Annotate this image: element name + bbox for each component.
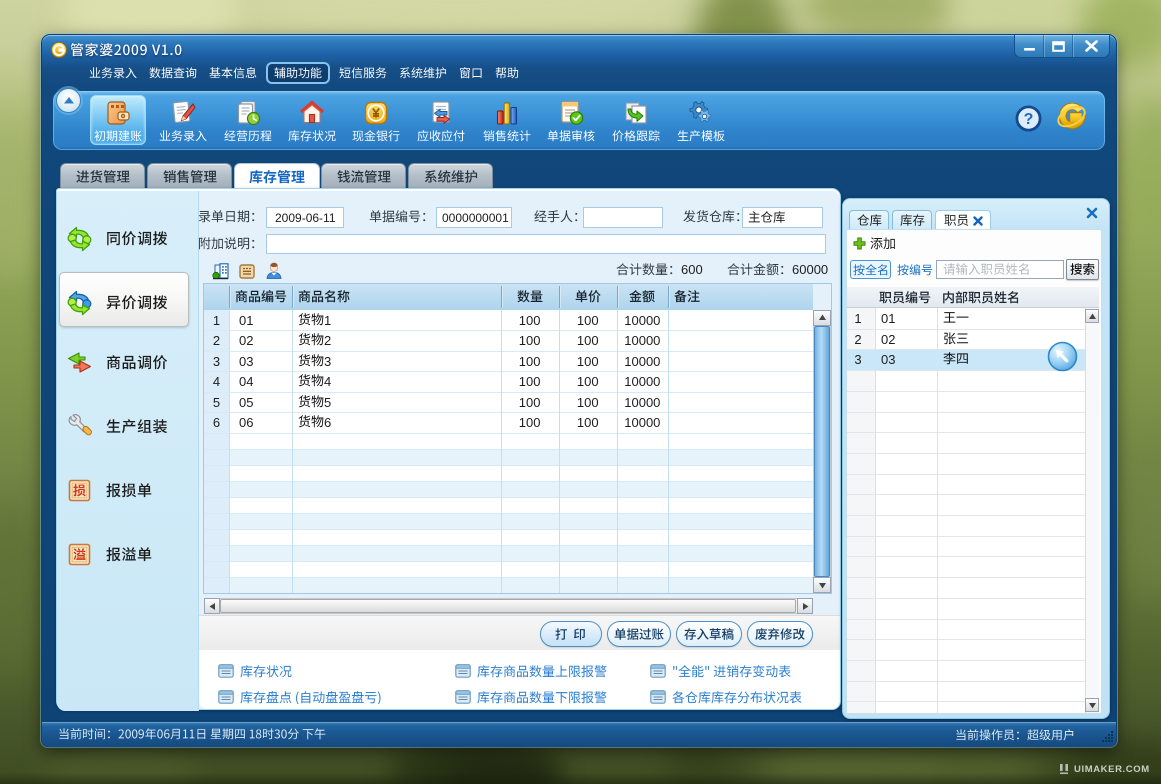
svg-text:?: ? bbox=[1024, 111, 1034, 128]
